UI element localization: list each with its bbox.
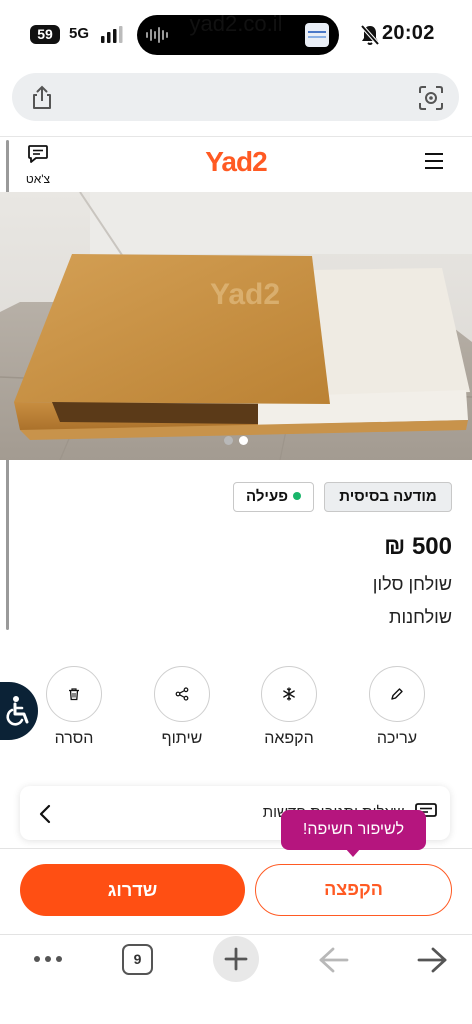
app-thumbnail <box>305 23 329 47</box>
new-tab-button[interactable] <box>213 936 259 982</box>
network-type: 5G <box>69 25 90 42</box>
ad-type-badge: מודעה בסיסית <box>324 482 452 512</box>
forward-arrow-icon[interactable] <box>318 946 350 974</box>
share-nodes-icon <box>175 687 189 701</box>
photo-watermark: Yad2 <box>210 278 280 311</box>
more-icon[interactable] <box>33 952 63 966</box>
edit-button[interactable]: עריכה <box>352 666 442 748</box>
listing-category: שולחנות <box>389 607 452 627</box>
delete-label: הסרה <box>54 730 94 747</box>
visual-lookup-icon[interactable] <box>417 84 445 112</box>
bell-muted-icon <box>360 24 380 46</box>
listing-photo[interactable]: Yad2 <box>0 192 472 460</box>
back-arrow-icon[interactable] <box>416 946 448 974</box>
plus-icon <box>224 947 248 971</box>
clock: 20:02 <box>382 22 435 44</box>
freeze-label: הקפאה <box>264 730 314 747</box>
dynamic-island <box>137 15 339 55</box>
coffee-table-image: Yad2 <box>0 192 472 460</box>
site-logo[interactable]: Yad2 <box>0 146 472 178</box>
edit-label: עריכה <box>376 730 418 747</box>
listing-price: 500 ₪ <box>384 533 452 560</box>
pencil-icon <box>391 688 403 700</box>
status-dot <box>293 492 301 501</box>
status-badge: פעילה <box>233 482 314 512</box>
signal-icon <box>101 26 123 43</box>
share-button[interactable]: שיתוף <box>137 666 227 748</box>
audio-wave-icon <box>146 27 168 43</box>
share-label: שיתוף <box>161 730 203 747</box>
gallery-dot-active[interactable] <box>239 436 248 445</box>
wheelchair-icon <box>6 696 29 726</box>
menu-icon[interactable] <box>423 152 445 170</box>
upgrade-button[interactable]: שדרוג <box>20 864 245 916</box>
status-label: פעילה <box>246 488 288 505</box>
listing-title: שולחן סלון <box>372 574 452 594</box>
chevron-left-icon[interactable] <box>38 804 52 824</box>
tabs-button[interactable]: 9 <box>122 944 153 975</box>
battery-level-badge: 59 <box>30 25 60 44</box>
gallery-dot[interactable] <box>224 436 233 445</box>
trash-icon <box>69 688 79 701</box>
freeze-button[interactable]: הקפאה <box>244 666 334 748</box>
address-bar[interactable] <box>12 73 459 121</box>
tooltip-arrow <box>345 848 361 857</box>
gallery-dots <box>0 432 472 445</box>
exposure-tooltip: לשיפור חשיפה! <box>281 810 426 850</box>
snowflake-icon <box>283 687 295 701</box>
bump-button[interactable]: הקפצה <box>255 864 452 916</box>
share-icon[interactable] <box>28 84 56 112</box>
delete-button[interactable]: הסרה <box>29 666 119 748</box>
